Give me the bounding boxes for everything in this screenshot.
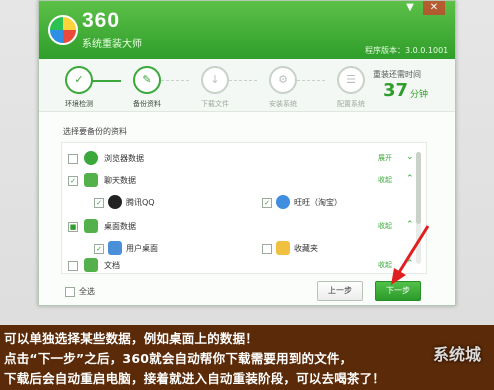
watermark-logo: 系统城 (432, 345, 481, 364)
caption-line-1: 可以单独选择某些数据，例如桌面上的数据！ (4, 331, 259, 346)
arrow-shaft (396, 225, 430, 275)
caption-banner: 可以单独选择某些数据，例如桌面上的数据！ 点击“下一步”之后，360就会自动帮你… (0, 325, 494, 390)
caption-line-2: 点击“下一步”之后，360就会自动帮你下载需要用到的文件， (4, 351, 353, 366)
caption-line-3: 下载后会自动重启电脑，接着就进入自动重装阶段，可以去喝茶了！ (4, 371, 386, 386)
